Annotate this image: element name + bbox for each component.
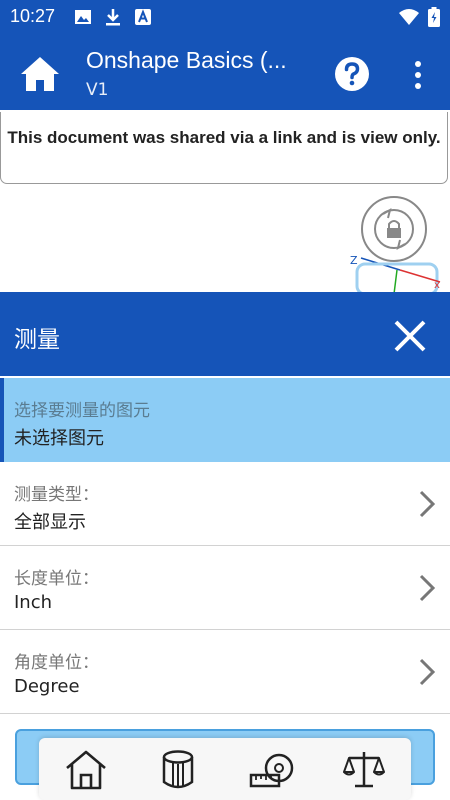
help-icon[interactable] [334, 56, 370, 92]
bottom-toolbar [39, 738, 411, 800]
status-time: 10:27 [10, 6, 56, 26]
more-vert-icon[interactable] [406, 58, 430, 92]
tape-measure-icon[interactable] [249, 748, 295, 792]
measure-panel-title: 测量 [14, 327, 60, 353]
axis-label: Z [350, 254, 358, 267]
row-value: Inch [14, 592, 53, 613]
wifi-icon [399, 9, 419, 25]
cylinder-part-icon[interactable] [155, 748, 201, 792]
measure-panel-header: 测量 [0, 292, 450, 376]
chevron-right-icon [419, 490, 436, 518]
row-value: Degree [14, 676, 80, 697]
battery-icon [428, 7, 440, 27]
angle-unit-row[interactable]: 角度单位： Degree [0, 630, 450, 714]
row-label: 长度单位： [14, 569, 99, 589]
home-icon[interactable] [20, 54, 60, 94]
svg-text:x: x [434, 280, 440, 291]
download-icon [106, 9, 120, 26]
row-value: 未选择图元 [14, 428, 104, 449]
close-icon[interactable] [388, 314, 432, 358]
row-label: 角度单位： [14, 653, 99, 673]
length-unit-row[interactable]: 长度单位： Inch [0, 546, 450, 630]
balance-scale-icon[interactable] [341, 748, 387, 792]
measure-panel: 测量 选择要测量的图元 未选择图元 测量类型： 全部显示 长度单位： Inch … [0, 292, 450, 800]
status-bar: 10:27 [0, 0, 450, 34]
measure-type-row[interactable]: 测量类型： 全部显示 [0, 462, 450, 546]
chevron-right-icon [419, 574, 436, 602]
view-only-banner: This document was shared via a link and … [0, 112, 448, 184]
document-title: Onshape Basics (... [86, 47, 287, 73]
select-entity-row[interactable]: 选择要测量的图元 未选择图元 [0, 378, 450, 462]
row-label: 测量类型： [14, 485, 99, 505]
image-icon [75, 10, 91, 24]
app-bar: Onshape Basics (... V1 [0, 34, 450, 110]
house-view-icon[interactable] [63, 748, 109, 792]
chevron-right-icon [419, 658, 436, 686]
app-notification-icon [135, 9, 151, 25]
document-version: V1 [86, 80, 109, 100]
view-cube-icon[interactable]: Z x [345, 252, 450, 294]
row-label: 选择要测量的图元 [14, 401, 150, 421]
row-value: 全部显示 [14, 512, 86, 533]
